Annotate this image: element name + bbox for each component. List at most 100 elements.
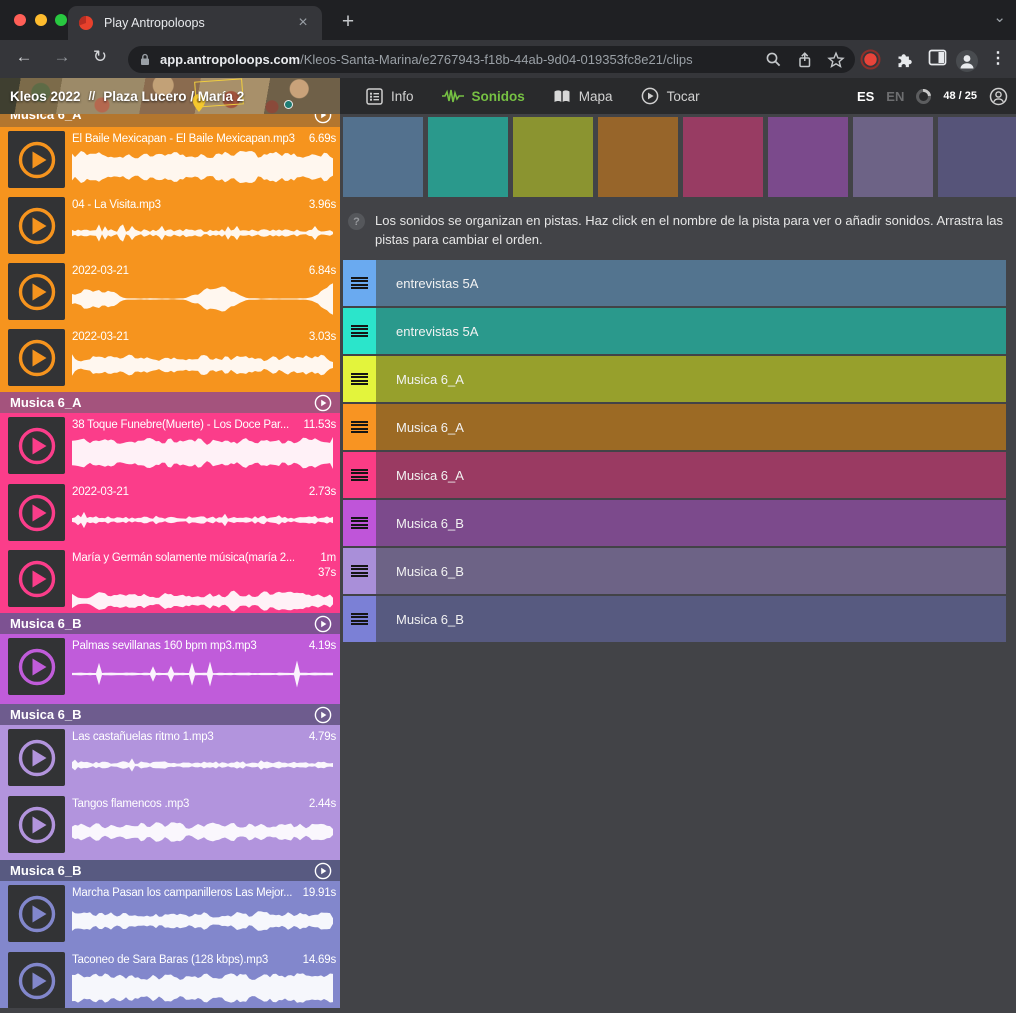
lang-es-button[interactable]: ES (857, 89, 874, 104)
section-header[interactable]: Musica 6_A (0, 392, 340, 413)
drag-handle[interactable] (343, 548, 376, 594)
window-minimize-button[interactable] (35, 14, 47, 26)
zoom-icon[interactable] (765, 51, 782, 68)
new-tab-button[interactable]: + (334, 8, 362, 36)
clip-play-button[interactable] (8, 484, 65, 541)
track-row[interactable]: Musica 6_A (343, 404, 1006, 450)
url-path: /Kleos-Santa-Marina/e2767943-f18b-44ab-9… (300, 52, 692, 67)
track-name-area[interactable]: Musica 6_A (376, 356, 1006, 402)
palette-square[interactable] (343, 117, 423, 197)
track-name-area[interactable]: Musica 6_B (376, 500, 1006, 546)
hamburger-bar (351, 524, 368, 526)
drag-handle[interactable] (343, 308, 376, 354)
share-icon[interactable] (796, 51, 813, 69)
reload-button[interactable]: ↻ (88, 47, 112, 67)
section-header[interactable]: Musica 6_B (0, 704, 340, 725)
favicon (78, 15, 94, 31)
clip-play-button[interactable] (8, 417, 65, 474)
tab-search-chevron-icon[interactable]: ⌄ (993, 8, 1006, 26)
profile-avatar[interactable] (955, 49, 979, 73)
drag-handle[interactable] (343, 452, 376, 498)
forward-button[interactable]: → (50, 47, 74, 67)
palette-square[interactable] (598, 117, 678, 197)
nav-item-tocar[interactable]: Tocar (627, 87, 714, 105)
window-close-button[interactable] (14, 14, 26, 26)
section-play-icon[interactable] (314, 114, 332, 124)
track-row[interactable]: Musica 6_A (343, 356, 1006, 402)
map-marker-dot (284, 100, 293, 109)
section-play-icon[interactable] (314, 862, 332, 880)
section-play-icon[interactable] (314, 615, 332, 633)
browser-tab[interactable]: Play Antropoloops × (68, 6, 322, 40)
address-bar[interactable]: app.antropoloops.com/Kleos-Santa-Marina/… (128, 46, 855, 73)
clip-play-button[interactable] (8, 197, 65, 254)
section-header[interactable]: Musica 6_B (0, 860, 340, 881)
window-zoom-button[interactable] (55, 14, 67, 26)
drag-handle[interactable] (343, 596, 376, 642)
palette-square[interactable] (513, 117, 593, 197)
map-icon (553, 89, 571, 104)
section-play-icon[interactable] (314, 394, 332, 412)
section-header[interactable]: Musica 6_A (0, 114, 340, 127)
track-name-area[interactable]: Musica 6_B (376, 548, 1006, 594)
loading-spinner (913, 85, 934, 106)
track-name-area[interactable]: Musica 6_A (376, 452, 1006, 498)
browser-menu-icon[interactable]: ⋮ (990, 48, 1006, 68)
side-panel-icon[interactable] (928, 49, 947, 66)
clip-play-button[interactable] (8, 638, 65, 695)
section-header[interactable]: Musica 6_B (0, 613, 340, 634)
clip-row: 2022-03-213.03s (0, 325, 340, 392)
palette-square[interactable] (768, 117, 848, 197)
drag-handle[interactable] (343, 500, 376, 546)
breadcrumb-project[interactable]: Kleos 2022 (10, 89, 81, 104)
palette-square[interactable] (683, 117, 763, 197)
drag-handle[interactable] (343, 356, 376, 402)
extensions-puzzle-icon[interactable] (895, 49, 914, 68)
clip-duration: 3.03s (309, 330, 336, 345)
track-row[interactable]: entrevistas 5A (343, 308, 1006, 354)
play-icon (15, 138, 59, 182)
track-color-strip (343, 117, 1016, 197)
clip-play-button[interactable] (8, 796, 65, 853)
track-name-area[interactable]: entrevistas 5A (376, 308, 1006, 354)
clip-play-button[interactable] (8, 885, 65, 942)
track-name-area[interactable]: Musica 6_A (376, 404, 1006, 450)
section-play-icon[interactable] (314, 706, 332, 724)
back-button[interactable]: ← (12, 47, 36, 67)
clip-play-button[interactable] (8, 952, 65, 1008)
hamburger-bar (351, 613, 368, 615)
help-row: ? Los sonidos se organizan en pistas. Ha… (343, 211, 1016, 249)
track-name-area[interactable]: entrevistas 5A (376, 260, 1006, 306)
section-clip-list: Las castañuelas ritmo 1.mp34.79sTangos f… (0, 725, 340, 860)
play-icon (15, 204, 59, 248)
clip-play-button[interactable] (8, 329, 65, 386)
bookmark-star-icon[interactable] (827, 51, 845, 69)
hamburger-bar (351, 373, 368, 375)
clip-play-button[interactable] (8, 550, 65, 607)
palette-square[interactable] (938, 117, 1016, 197)
info-list-icon (366, 88, 383, 105)
track-row[interactable]: Musica 6_A (343, 452, 1006, 498)
account-icon[interactable] (989, 87, 1008, 106)
nav-item-info[interactable]: Info (352, 88, 428, 105)
nav-item-sonidos[interactable]: Sonidos (428, 88, 539, 104)
tab-close-icon[interactable]: × (294, 14, 312, 32)
track-row[interactable]: Musica 6_B (343, 548, 1006, 594)
palette-square[interactable] (853, 117, 933, 197)
breadcrumb-title: Plaza Lucero / María 2 (103, 89, 244, 104)
drag-handle[interactable] (343, 260, 376, 306)
track-row[interactable]: Musica 6_B (343, 596, 1006, 642)
clip-play-button[interactable] (8, 729, 65, 786)
track-row[interactable]: entrevistas 5A (343, 260, 1006, 306)
lang-en-button[interactable]: EN (886, 89, 904, 104)
clip-play-button[interactable] (8, 131, 65, 188)
hamburger-bar (351, 620, 368, 622)
track-row[interactable]: Musica 6_B (343, 500, 1006, 546)
record-extension-icon[interactable] (860, 49, 881, 70)
clip-play-button[interactable] (8, 263, 65, 320)
drag-handle[interactable] (343, 404, 376, 450)
palette-square[interactable] (428, 117, 508, 197)
track-section: Musica 6_BLas castañuelas ritmo 1.mp34.7… (0, 704, 340, 860)
nav-item-mapa[interactable]: Mapa (539, 89, 627, 104)
track-name-area[interactable]: Musica 6_B (376, 596, 1006, 642)
